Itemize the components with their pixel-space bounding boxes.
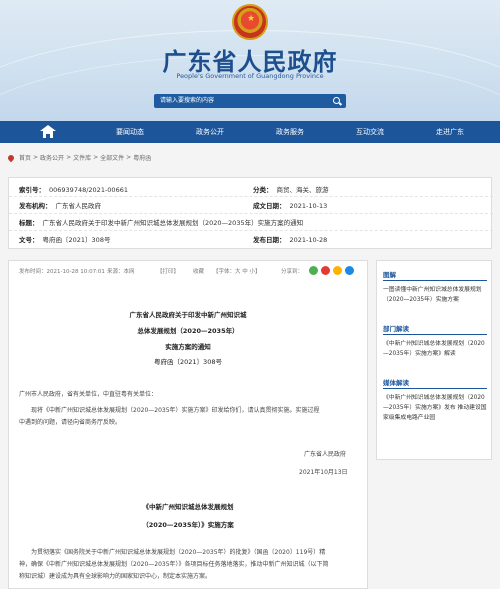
national-emblem-icon: ★	[232, 4, 268, 40]
meta-docno: 文号： 粤府函〔2021〕308号	[19, 236, 111, 244]
meta-title: 标题： 广东省人民政府关于印发中新广州知识城总体发展规划（2020—2035年）实…	[19, 219, 304, 227]
search-bar	[154, 94, 346, 108]
document-meta-panel: 索引号： 006939748/2021-00661 分类： 商贸、海关、旅游 发布机…	[8, 177, 493, 249]
source: 来源：本网	[107, 269, 135, 275]
doc-subheading-2: （2020—2035年）》实施方案	[142, 521, 234, 529]
meta-category: 分类： 商贸、海关、旅游	[253, 186, 329, 194]
doc-body-line: 称知识城）建设成为具有全球影响力的国家知识中心，制定本实施方案。	[19, 573, 212, 580]
collect-button[interactable]: 收藏	[193, 267, 204, 275]
doc-body-line: 为贯彻落实《国务院关于中新广州知识城总体发展规划（2020—2035年）的批复》…	[31, 549, 326, 556]
location-icon	[6, 153, 16, 162]
doc-number: 粤府函〔2021〕308号	[154, 358, 222, 366]
doc-signature: 广东省人民政府	[304, 451, 347, 458]
related-sidebar: 图解 一图读懂中新广州知识城总体发展规划（2020—2035年）实施方案 部门解…	[376, 260, 492, 460]
doc-heading-1: 广东省人民政府关于印发中新广州知识城	[129, 311, 247, 319]
nav-item-guangdong[interactable]: 走进广东	[420, 121, 480, 143]
meta-pubdate: 发布日期： 2021-10-28	[253, 236, 328, 244]
nav-item-interact[interactable]: 互动交流	[340, 121, 400, 143]
sidebar-link[interactable]: 一图读懂中新广州知识城总体发展规划（2020—2035年）实施方案	[383, 285, 487, 305]
site-subtitle: People's Government of Guangdong Provinc…	[176, 72, 324, 80]
sidebar-section-title: 图解	[383, 271, 396, 279]
breadcrumb-item[interactable]: 首页	[19, 153, 31, 162]
wechat-share-icon[interactable]	[309, 266, 318, 275]
article-toolbar: 发布时间：2021-10-28 10:07:01 来源：本网 【打印】 收藏 【…	[9, 261, 367, 281]
breadcrumb-item[interactable]: 全部文件	[100, 153, 124, 162]
article-panel: 发布时间：2021-10-28 10:07:01 来源：本网 【打印】 收藏 【…	[8, 260, 368, 589]
nav-item-gov-service[interactable]: 政务服务	[260, 121, 320, 143]
doc-salutation: 广州市人民政府，省有关单位，中直驻粤有关单位：	[19, 391, 158, 398]
sidebar-section-title: 媒体解读	[383, 379, 409, 387]
header-banner: ★ 广东省人民政府 People's Government of Guangdo…	[0, 0, 500, 121]
doc-body-line: 现将《中新广州知识城总体发展规划（2020—2035年）实施方案》印发给你们，请…	[31, 407, 320, 414]
breadcrumb-item[interactable]: 文件库	[73, 153, 91, 162]
sidebar-section-title: 部门解读	[383, 325, 409, 333]
weibo-share-icon[interactable]	[321, 266, 330, 275]
meta-index: 索引号： 006939748/2021-00661	[19, 186, 128, 194]
search-icon[interactable]	[333, 97, 340, 104]
share-label: 分享到：	[281, 269, 304, 275]
sidebar-link[interactable]: 《中新广州知识城总体发展规划（2020—2035年）实施方案》发布 推动建设国家…	[383, 393, 487, 423]
breadcrumb: 首页 > 政务公开 > 文件库 > 全部文件 > 粤府函	[6, 153, 151, 162]
qzone-share-icon[interactable]	[333, 266, 342, 275]
doc-heading-2: 总体发展规划（2020—2035年）	[137, 327, 239, 335]
doc-subheading-1: 《中新广州知识城总体发展规划	[142, 503, 234, 511]
doc-heading-3: 实施方案的通知	[165, 343, 211, 351]
search-input[interactable]	[160, 94, 320, 108]
doc-body-line: 神，确保《中新广州知识城总体发展规划（2020—2035年）》各项目标任务落地落…	[19, 561, 329, 568]
doc-sign-date: 2021年10月13日	[299, 469, 348, 476]
breadcrumb-item[interactable]: 粤府函	[133, 153, 151, 162]
qq-share-icon[interactable]	[345, 266, 354, 275]
nav-item-news[interactable]: 要闻动态	[100, 121, 160, 143]
meta-date: 成文日期： 2021-10-13	[253, 202, 328, 210]
sidebar-link[interactable]: 《中新广州知识城总体发展规划（2020—2035年）实施方案》解读	[383, 339, 487, 359]
nav-item-gov-open[interactable]: 政务公开	[180, 121, 240, 143]
font-size-control[interactable]: 【字体：大 中 小】	[213, 267, 261, 275]
doc-body-line: 中遇到的问题，请径向省商务厅反映。	[19, 419, 122, 426]
print-button[interactable]: 【打印】	[157, 267, 179, 275]
breadcrumb-item[interactable]: 政务公开	[40, 153, 64, 162]
home-icon[interactable]	[40, 125, 56, 139]
publish-time: 发布时间：2021-10-28 10:07:01	[19, 269, 105, 275]
meta-issuer: 发布机构： 广东省人民政府	[19, 202, 101, 210]
main-nav: 要闻动态 政务公开 政务服务 互动交流 走进广东	[0, 121, 500, 143]
